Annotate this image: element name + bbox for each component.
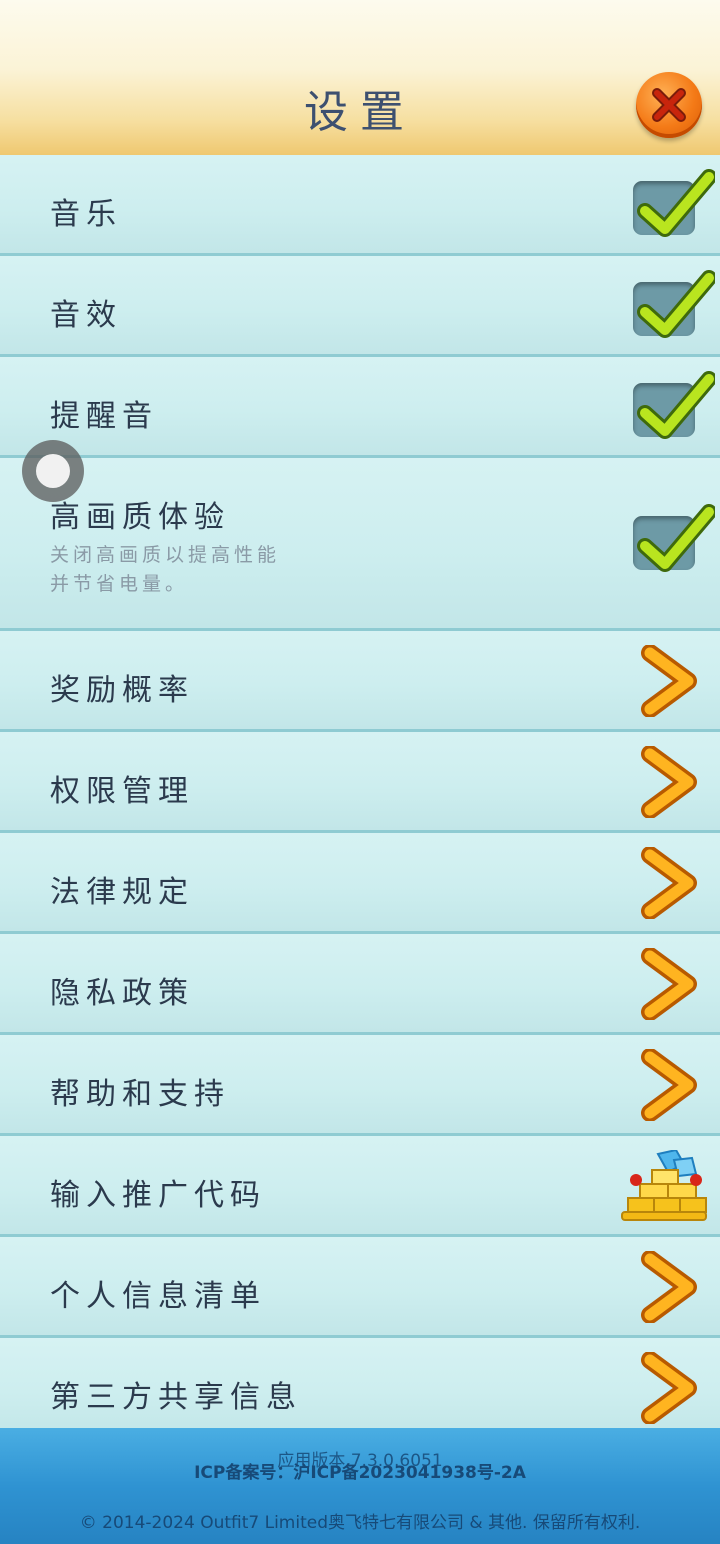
- sound-effects-checkbox[interactable]: [633, 270, 715, 338]
- setting-description-line: 并节省电量。: [50, 573, 189, 595]
- setting-row-help-support[interactable]: 帮助和支持: [0, 1035, 720, 1136]
- high-quality-checkbox[interactable]: [633, 504, 715, 572]
- setting-row-reminder-sound[interactable]: 提醒音: [0, 357, 720, 458]
- setting-row-legal[interactable]: 法律规定: [0, 833, 720, 934]
- close-button[interactable]: [636, 72, 702, 138]
- setting-label: 奖励概率: [50, 673, 194, 708]
- setting-label: 输入推广代码: [50, 1178, 266, 1213]
- copyright-text: © 2014-2024 Outfit7 Limited奥飞特七有限公司 & 其他…: [79, 1513, 641, 1533]
- chevron-right-icon: [641, 1251, 697, 1323]
- setting-row-third-party-sharing[interactable]: 第三方共享信息: [0, 1338, 720, 1439]
- touch-indicator: [22, 440, 84, 502]
- setting-row-high-quality[interactable]: 高画质体验 关闭高画质以提高性能 并节省电量。: [0, 458, 720, 631]
- chevron-right-icon: [641, 1049, 697, 1121]
- chevron-right-icon: [641, 1352, 697, 1424]
- chevron-right-icon: [641, 746, 697, 818]
- chevron-right-icon: [641, 645, 697, 717]
- setting-label: 音乐: [50, 197, 122, 232]
- footer: 应用版本 7.3.0.6051 ICP备案号：沪ICP备2023041938号-…: [0, 1428, 720, 1544]
- setting-row-music[interactable]: 音乐: [0, 155, 720, 256]
- music-checkbox[interactable]: [633, 169, 715, 237]
- setting-label: 法律规定: [50, 875, 194, 910]
- checkmark-icon: [637, 169, 715, 237]
- setting-label: 提醒音: [50, 399, 158, 434]
- setting-row-personal-info-list[interactable]: 个人信息清单: [0, 1237, 720, 1338]
- setting-row-permissions[interactable]: 权限管理: [0, 732, 720, 833]
- setting-label: 隐私政策: [50, 976, 194, 1011]
- checkmark-icon: [637, 270, 715, 338]
- setting-label: 第三方共享信息: [50, 1380, 302, 1415]
- setting-label: 帮助和支持: [50, 1077, 230, 1112]
- chevron-right-icon: [641, 847, 697, 919]
- setting-row-sound-effects[interactable]: 音效: [0, 256, 720, 357]
- setting-row-reward-odds[interactable]: 奖励概率: [0, 631, 720, 732]
- checkmark-icon: [637, 371, 715, 439]
- icp-record[interactable]: ICP备案号：沪ICP备2023041938号-2A: [0, 1458, 720, 1483]
- chevron-right-icon: [641, 948, 697, 1020]
- setting-description-line: 关闭高画质以提高性能: [50, 544, 281, 566]
- setting-label: 权限管理: [50, 774, 194, 809]
- reminder-sound-checkbox[interactable]: [633, 371, 715, 439]
- header-bar: 设置: [0, 0, 720, 157]
- setting-label: 个人信息清单: [50, 1279, 266, 1314]
- setting-label: 高画质体验: [50, 500, 230, 535]
- close-icon: [652, 88, 686, 122]
- gold-bars-gift-icon: [621, 1150, 707, 1221]
- setting-label: 音效: [50, 298, 122, 333]
- setting-row-privacy-policy[interactable]: 隐私政策: [0, 934, 720, 1035]
- page-title: 设置: [304, 87, 416, 138]
- checkmark-icon: [637, 504, 715, 572]
- setting-row-promo-code[interactable]: 输入推广代码: [0, 1136, 720, 1237]
